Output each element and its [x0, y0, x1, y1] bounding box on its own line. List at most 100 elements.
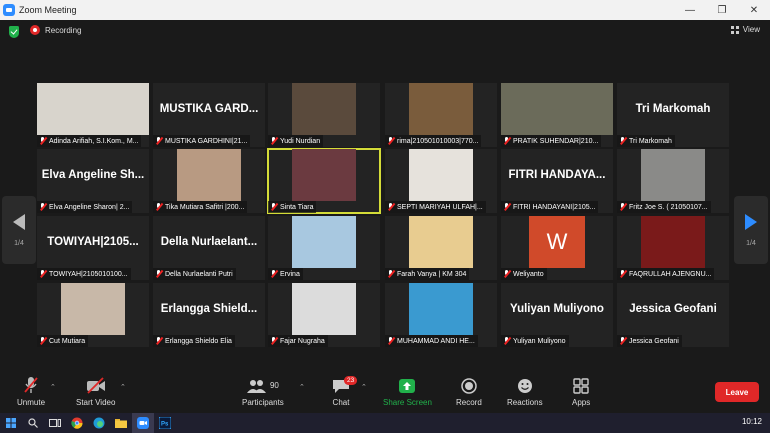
meeting-top-bar: Recording View: [0, 20, 770, 44]
window-controls: — ❐ ✕: [674, 0, 770, 20]
apps-button[interactable]: Apps: [572, 376, 590, 407]
participant-tile[interactable]: Sinta Tiara: [267, 148, 381, 214]
participant-video: [409, 83, 473, 135]
participant-name: Jessica Geofani: [629, 337, 679, 345]
participant-tile[interactable]: Tika Mutiara Safitri |200...: [153, 149, 265, 213]
audio-options-caret-icon[interactable]: ⌃: [50, 383, 56, 391]
photoshop-icon[interactable]: Ps: [154, 413, 176, 433]
participant-tile[interactable]: PRATIK SUHENDAR|210...: [501, 83, 613, 147]
previous-page-button[interactable]: 1/4: [2, 196, 36, 264]
participants-caret-icon[interactable]: ⌃: [299, 383, 305, 391]
reactions-label: Reactions: [507, 398, 543, 407]
participant-tile[interactable]: Fajar Nugraha: [268, 283, 380, 347]
chat-unread-badge: 23: [344, 376, 358, 385]
participant-tile[interactable]: FITRI HANDAYA... FITRI HANDAYANI|2105...: [501, 149, 613, 213]
close-icon[interactable]: ✕: [738, 0, 770, 20]
zoom-taskbar-icon[interactable]: [132, 413, 154, 433]
participant-name: Adinda Arifiah, S.I.Kom., M...: [49, 137, 139, 145]
participant-name-label: Della Nurlaelanti Putri: [153, 268, 236, 280]
maximize-icon[interactable]: ❐: [706, 0, 738, 20]
chrome-icon[interactable]: [66, 413, 88, 433]
view-button[interactable]: View: [730, 25, 760, 34]
participant-name-display: Tri Markomah: [635, 103, 711, 115]
muted-mic-icon: [270, 337, 277, 345]
participant-tile[interactable]: Farah Vanya | KM 304: [385, 216, 497, 280]
participant-tile[interactable]: Elva Angeline Sh... Elva Angeline Sharon|…: [37, 149, 149, 213]
participant-video: [409, 283, 473, 335]
participant-name-label: Yudi Nurdian: [268, 135, 324, 147]
title-bar: Zoom Meeting — ❐ ✕: [0, 0, 770, 20]
participant-tile[interactable]: Yudi Nurdian: [268, 83, 380, 147]
participant-tile[interactable]: Tri Markomah Tri Markomah: [617, 83, 729, 147]
participant-name: PRATIK SUHENDAR|210...: [513, 137, 599, 145]
participant-name-display: TOWIYAH|2105...: [47, 236, 139, 248]
participant-tile[interactable]: FAQRULLAH AJENGNU...: [617, 216, 729, 280]
muted-mic-icon: [619, 137, 626, 145]
recording-icon: [30, 25, 40, 35]
video-options-caret-icon[interactable]: ⌃: [120, 383, 126, 391]
participant-name: FITRI HANDAYANI|2105...: [513, 203, 596, 211]
muted-mic-icon: [387, 270, 394, 278]
muted-mic-icon: [503, 203, 510, 211]
participant-tile[interactable]: W Weliyanto: [501, 216, 613, 280]
apps-icon: [573, 378, 589, 394]
participant-name-label: rima|210501010003|770...: [385, 135, 482, 147]
participant-tile[interactable]: Erlangga Shield... Erlangga Shieldo Elia: [153, 283, 265, 347]
participant-name: Weliyanto: [513, 270, 544, 278]
task-view-icon[interactable]: [44, 413, 66, 433]
participant-video: [37, 83, 149, 135]
page-indicator-left: 1/4: [14, 239, 24, 247]
participant-tile[interactable]: rima|210501010003|770...: [385, 83, 497, 147]
participant-tile[interactable]: Cut Mutiara: [37, 283, 149, 347]
muted-mic-icon: [155, 137, 162, 145]
participant-name-label: Ervina: [268, 268, 303, 280]
view-label: View: [742, 25, 760, 34]
record-button[interactable]: Record: [456, 376, 482, 407]
participant-video: [409, 216, 473, 268]
participant-tile[interactable]: Yuliyan Muliyono Yuliyan Muliyono: [501, 283, 613, 347]
muted-mic-icon: [619, 203, 626, 211]
next-page-button[interactable]: 1/4: [734, 196, 768, 264]
edge-icon[interactable]: [88, 413, 110, 433]
participant-name: Della Nurlaelanti Putri: [165, 270, 233, 278]
windows-start-icon[interactable]: [0, 413, 22, 433]
security-shield-icon[interactable]: [9, 26, 19, 38]
participant-tile[interactable]: Jessica Geofani Jessica Geofani: [617, 283, 729, 347]
participant-name-label: Farah Vanya | KM 304: [385, 268, 470, 280]
participant-tile[interactable]: MUSTIKA GARD... MUSTIKA GARDHINI|21...: [153, 83, 265, 147]
video-off-icon: [86, 377, 105, 394]
search-icon[interactable]: [22, 413, 44, 433]
participant-name-display: Elva Angeline Sh...: [41, 169, 145, 181]
participant-tile[interactable]: Ervina: [268, 216, 380, 280]
participant-tile[interactable]: Fritz Joe S. ( 21050107...: [617, 149, 729, 213]
participant-name-display: Jessica Geofani: [629, 303, 717, 315]
participant-name: Fajar Nugraha: [280, 337, 325, 345]
participant-video: [292, 216, 356, 268]
participants-icon: [246, 380, 266, 393]
participant-tile[interactable]: Adinda Arifiah, S.I.Kom., M...: [37, 83, 149, 147]
reactions-button[interactable]: Reactions: [507, 376, 543, 407]
record-icon: [461, 378, 477, 394]
participant-tile[interactable]: MUHAMMAD ANDI HE...: [385, 283, 497, 347]
recording-indicator[interactable]: Recording: [30, 25, 81, 35]
minimize-icon[interactable]: —: [674, 0, 706, 20]
muted-mic-icon: [155, 270, 162, 278]
meeting-toolbar: Unmute ⌃ Start Video ⌃ 90 Participants ⌃…: [0, 371, 770, 413]
svg-text:Ps: Ps: [161, 422, 169, 428]
participant-tile[interactable]: TOWIYAH|2105... TOWIYAH|2105010100...: [37, 216, 149, 280]
participant-name: Cut Mutiara: [49, 337, 86, 345]
file-explorer-icon[interactable]: [110, 413, 132, 433]
share-screen-button[interactable]: Share Screen: [383, 376, 432, 407]
chat-caret-icon[interactable]: ⌃: [361, 383, 367, 391]
participant-tile[interactable]: SEPTI MARIYAH ULFAH|...: [385, 149, 497, 213]
participants-button[interactable]: 90 Participants: [242, 376, 284, 407]
start-video-label: Start Video: [76, 398, 116, 407]
unmute-button[interactable]: Unmute: [17, 376, 45, 407]
arrow-right-icon: [745, 213, 757, 230]
participant-video: [292, 149, 356, 201]
muted-mic-icon: [270, 137, 277, 145]
start-video-button[interactable]: Start Video: [76, 376, 115, 407]
participant-tile[interactable]: Della Nurlaelant... Della Nurlaelanti Put…: [153, 216, 265, 280]
leave-button[interactable]: Leave: [715, 382, 759, 402]
window-title: Zoom Meeting: [19, 5, 77, 15]
